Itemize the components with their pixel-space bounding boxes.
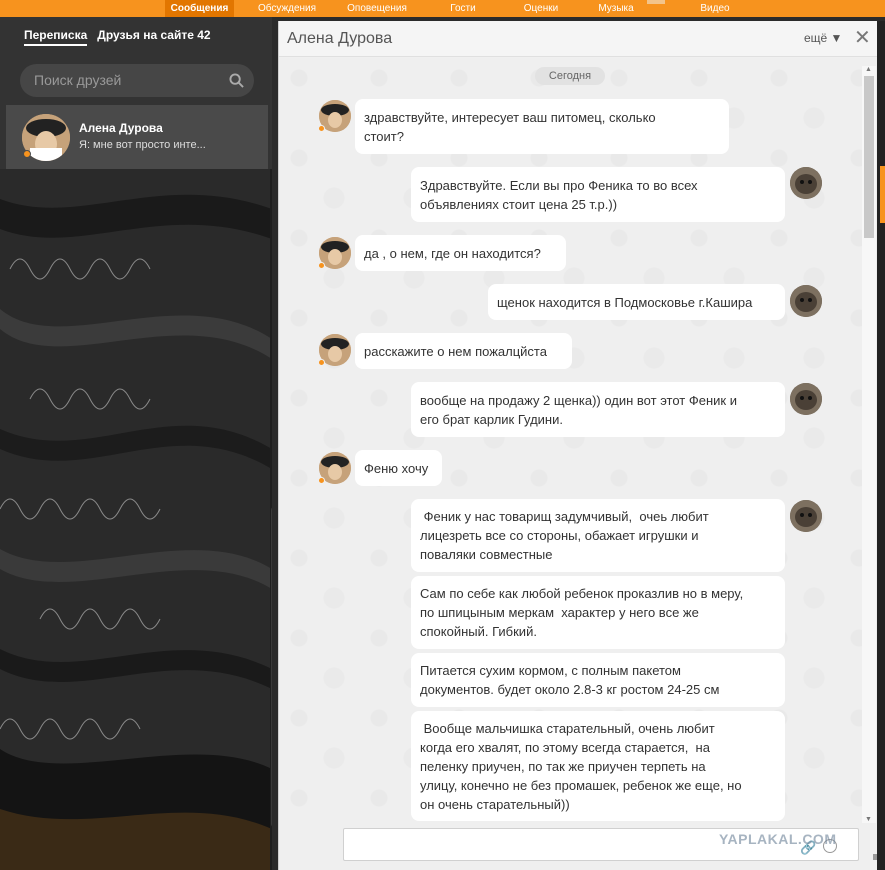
message-line: улицу, конечно не без промашек, ребенок …	[420, 777, 742, 793]
nav-notch	[647, 0, 665, 4]
chat-panel: Алена Дурова ещё ▼ ✕ Сегодня здравствуйт…	[278, 21, 885, 870]
dog-photo-icon	[790, 167, 822, 199]
message-bubble-outgoing: вообще на продажу 2 щенка)) один вот это…	[411, 382, 785, 437]
message-bubble-outgoing: Сам по себе как любой ребенок проказлив …	[411, 576, 785, 649]
scroll-down-icon[interactable]: ▼	[865, 816, 872, 823]
sidebar-scroll-thumb[interactable]	[271, 507, 272, 827]
online-indicator	[318, 477, 325, 484]
message-bubble-outgoing: Питается сухим кормом, с полным пакетом д…	[411, 653, 785, 707]
dog-photo-icon	[790, 500, 822, 532]
nav-tab-notifications[interactable]: Оповещения	[337, 0, 417, 17]
background-artwork	[0, 169, 272, 870]
friend-search[interactable]	[20, 64, 254, 97]
my-avatar[interactable]	[790, 285, 822, 317]
message-bubble-incoming: здравствуйте, интересует ваш питомец, ск…	[355, 99, 729, 154]
search-input[interactable]	[34, 72, 224, 88]
message-line: Феню хочу	[364, 460, 429, 476]
tab-messages[interactable]: Переписка	[24, 28, 88, 46]
message-line: спокойный. Гибкий.	[420, 624, 537, 639]
message-line: пеленку приучен, по так же приучен терпе…	[420, 758, 706, 774]
message-scrollbar[interactable]: ▲ ▼	[862, 66, 876, 823]
message-line: его брат карлик Гудини.	[420, 411, 563, 427]
message-line: стоит?	[364, 128, 404, 144]
conversation-sidebar: Переписка Друзья на сайте 42 Алена Дуров…	[0, 17, 272, 870]
message-line: он очень старательный))	[420, 796, 570, 812]
chat-title[interactable]: Алена Дурова	[287, 30, 392, 48]
message-bubble-incoming: расскажите о нем пожалцйста	[355, 333, 572, 369]
message-line: лицезреть все со стороны, обажает игрушк…	[420, 528, 699, 543]
more-menu-button[interactable]: ещё ▼	[804, 31, 842, 45]
online-indicator	[318, 262, 325, 269]
contact-name: Алена Дурова	[79, 121, 163, 135]
message-input[interactable]	[350, 836, 710, 851]
close-icon[interactable]: ✕	[854, 28, 871, 48]
online-indicator	[318, 125, 325, 132]
chat-header: Алена Дурова ещё ▼ ✕	[279, 21, 878, 57]
message-bubble-incoming: Феню хочу	[355, 450, 442, 486]
sidebar-header: Переписка Друзья на сайте 42 Алена Дуров…	[0, 17, 272, 169]
message-line: вообще на продажу 2 щенка)) один вот это…	[420, 392, 737, 408]
online-indicator	[318, 359, 325, 366]
my-avatar[interactable]	[790, 383, 822, 415]
message-line: Питается сухим кормом, с полным пакетом	[420, 663, 681, 678]
nav-tab-ratings[interactable]: Оценки	[515, 0, 567, 17]
top-nav: Сообщения Обсуждения Оповещения Гости Оц…	[0, 0, 885, 17]
message-line: поваляки совместные	[420, 547, 553, 562]
message-line: когда его хвалят, по этому всегда старае…	[420, 739, 710, 755]
nav-tab-discussions[interactable]: Обсуждения	[245, 0, 329, 17]
sidebar-scrollbar[interactable]	[270, 169, 272, 870]
dog-photo-icon	[790, 285, 822, 317]
tab-friends-online[interactable]: Друзья на сайте 42	[97, 28, 210, 46]
sidebar-tabs: Переписка Друзья на сайте 42	[24, 28, 211, 46]
message-line: документов. будет около 2.8-3 кг ростом …	[420, 682, 720, 697]
watermark: YAPLAKAL.COM	[719, 831, 837, 847]
scroll-up-icon[interactable]: ▲	[865, 66, 872, 73]
message-bubble-outgoing: щенок находится в Подмосковье г.Кашира	[488, 284, 785, 320]
message-line: да , о нем, где он находится?	[364, 245, 541, 261]
online-indicator	[23, 150, 31, 158]
message-list: Сегодня здравствуйте, интересует ваш пит…	[279, 58, 878, 824]
dog-photo-icon	[790, 383, 822, 415]
nav-tab-video[interactable]: Видео	[690, 0, 740, 17]
message-line: щенок находится в Подмосковье г.Кашира	[497, 294, 753, 310]
date-separator: Сегодня	[535, 67, 605, 85]
message-composer: 🔗 YAPLAKAL.COM	[279, 824, 885, 870]
message-line: Феник у нас товарищ задумчивый, очеь люб…	[420, 509, 709, 524]
search-icon[interactable]	[229, 73, 244, 88]
conversation-item[interactable]: Алена Дурова Я: мне вот просто инте...	[6, 105, 268, 169]
message-scroll-thumb[interactable]	[864, 76, 874, 238]
last-message-preview: Я: мне вот просто инте...	[79, 139, 206, 151]
my-avatar[interactable]	[790, 500, 822, 532]
message-bubble-outgoing: Здравствуйте. Если вы про Феника то во в…	[411, 167, 785, 222]
my-avatar[interactable]	[790, 167, 822, 199]
message-bubble-incoming: да , о нем, где он находится?	[355, 235, 566, 271]
message-bubble-outgoing: Вообще мальчишка старательный, очень люб…	[411, 711, 785, 821]
page-edge	[877, 21, 885, 870]
message-line: Сам по себе как любой ребенок проказлив …	[420, 586, 744, 601]
message-line: объявлениях стоит цена 25 т.р.))	[420, 196, 618, 212]
nav-tab-messages[interactable]: Сообщения	[165, 0, 234, 17]
message-line: здравствуйте, интересует ваш питомец, ск…	[364, 109, 656, 125]
message-line: Здравствуйте. Если вы про Феника то во в…	[420, 177, 698, 193]
message-line: Вообще мальчишка старательный, очень люб…	[420, 720, 715, 736]
edge-accent	[880, 166, 885, 223]
message-bubble-outgoing: Феник у нас товарищ задумчивый, очеь люб…	[411, 499, 785, 572]
message-line: по шпицыным меркам характер у него все ж…	[420, 605, 699, 620]
nav-tab-music[interactable]: Музыка	[590, 0, 642, 17]
message-line: расскажите о нем пожалцйста	[364, 343, 547, 359]
nav-tab-guests[interactable]: Гости	[440, 0, 486, 17]
